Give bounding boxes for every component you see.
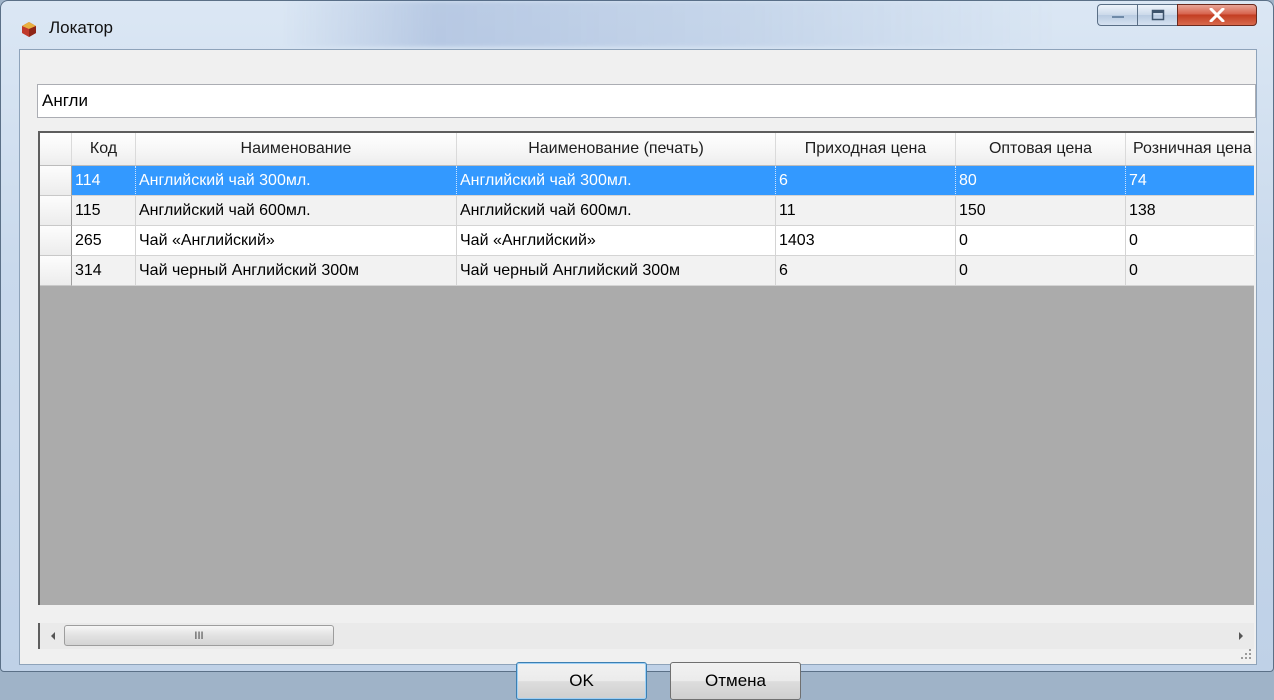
title-bar-background [281, 1, 1061, 47]
window-controls [1097, 4, 1257, 26]
search-input[interactable] [37, 84, 1256, 118]
column-header-name[interactable]: Наименование [136, 133, 457, 165]
cell-code: 115 [72, 196, 136, 226]
cell-print-name: Чай «Английский» [457, 226, 776, 256]
results-grid[interactable]: Код Наименование Наименование (печать) П… [38, 131, 1254, 605]
client-area: Код Наименование Наименование (печать) П… [19, 49, 1257, 700]
table-row[interactable]: 114 Английский чай 300мл. Английский чай… [40, 166, 1254, 196]
close-icon [1178, 5, 1256, 25]
title-bar[interactable]: Локатор [1, 1, 1273, 47]
cell-retail: 0 [1126, 256, 1254, 286]
cell-in-price: 1403 [776, 226, 956, 256]
cell-retail: 74 [1126, 166, 1254, 196]
grid-header: Код Наименование Наименование (печать) П… [40, 133, 1254, 166]
app-icon [22, 22, 36, 37]
cell-name: Английский чай 300мл. [136, 166, 457, 196]
column-header-in-price[interactable]: Приходная цена [776, 133, 956, 165]
maximize-button[interactable] [1137, 4, 1177, 26]
header-corner [40, 133, 72, 165]
cell-retail: 138 [1126, 196, 1254, 226]
cell-print-name: Чай черный Английский 300м [457, 256, 776, 286]
cell-wholesale: 150 [956, 196, 1126, 226]
cell-code: 265 [72, 226, 136, 256]
row-header[interactable] [40, 196, 72, 226]
scrollbar-thumb[interactable]: III [64, 625, 334, 646]
minimize-icon [1098, 5, 1137, 25]
cancel-button[interactable]: Отмена [670, 662, 801, 700]
row-header[interactable] [40, 166, 72, 196]
cell-name: Английский чай 600мл. [136, 196, 457, 226]
scroll-left-button[interactable] [40, 623, 66, 649]
cell-code: 314 [72, 256, 136, 286]
table-row[interactable]: 115 Английский чай 600мл. Английский чай… [40, 196, 1254, 226]
cell-print-name: Английский чай 300мл. [457, 166, 776, 196]
table-row[interactable]: 314 Чай черный Английский 300м Чай черны… [40, 256, 1254, 286]
table-row[interactable]: 265 Чай «Английский» Чай «Английский» 14… [40, 226, 1254, 256]
cell-wholesale: 0 [956, 256, 1126, 286]
column-header-code[interactable]: Код [72, 133, 136, 165]
row-header[interactable] [40, 256, 72, 286]
close-button[interactable] [1177, 4, 1257, 26]
scrollbar-thumb-grip: III [194, 629, 204, 642]
maximize-icon [1138, 5, 1177, 25]
cell-in-price: 6 [776, 166, 956, 196]
cell-wholesale: 80 [956, 166, 1126, 196]
resize-grip-icon[interactable] [1240, 648, 1252, 660]
row-header[interactable] [40, 226, 72, 256]
column-header-retail[interactable]: Розничная цена [1126, 133, 1254, 165]
minimize-button[interactable] [1097, 4, 1137, 26]
scroll-right-button[interactable] [1228, 623, 1254, 649]
cell-code: 114 [72, 166, 136, 196]
cell-in-price: 11 [776, 196, 956, 226]
window-title: Локатор [49, 18, 114, 37]
scroll-right-icon [1239, 632, 1243, 640]
ok-button[interactable]: OK [516, 662, 647, 700]
cell-name: Чай «Английский» [136, 226, 457, 256]
cell-wholesale: 0 [956, 226, 1126, 256]
column-header-print-name[interactable]: Наименование (печать) [457, 133, 776, 165]
locator-window: Локатор Код [0, 0, 1274, 700]
column-header-wholesale[interactable]: Оптовая цена [956, 133, 1126, 165]
cell-name: Чай черный Английский 300м [136, 256, 457, 286]
cell-retail: 0 [1126, 226, 1254, 256]
cell-in-price: 6 [776, 256, 956, 286]
scroll-left-icon [51, 632, 55, 640]
horizontal-scrollbar[interactable]: III [38, 623, 1254, 649]
cell-print-name: Английский чай 600мл. [457, 196, 776, 226]
